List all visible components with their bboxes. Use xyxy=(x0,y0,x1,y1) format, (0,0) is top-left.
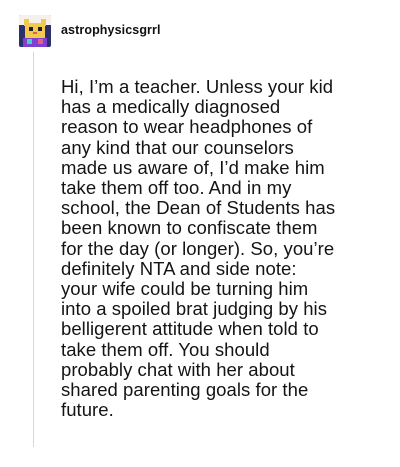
pixel-cat-avatar-icon xyxy=(19,15,51,47)
post-card: astrophysicsgrrl Hi, I’m a teacher. Unle… xyxy=(0,0,400,467)
post-body-line: take them off too. And in my xyxy=(61,177,292,199)
username[interactable]: astrophysicsgrrl xyxy=(61,23,161,37)
post-body-line: into a spoiled brat judging by his xyxy=(61,298,328,320)
post-body-line: your wife could be turning him xyxy=(61,278,309,300)
post-body-line: any kind that our counselors xyxy=(61,136,294,158)
avatar[interactable] xyxy=(19,15,51,47)
post-body-line: definitely NTA and side note: xyxy=(61,257,297,279)
post-body-line: take them off. You should xyxy=(61,338,270,360)
post-body-line: for the day (or longer). So, you’re xyxy=(61,237,335,259)
post-body-line: future. xyxy=(61,399,114,421)
post-body-line: school, the Dean of Students has xyxy=(61,197,336,219)
post-body-line: been known to confiscate them xyxy=(61,217,318,239)
post-body-line: Hi, I’m a teacher. Unless your kid xyxy=(61,76,334,97)
thread-line xyxy=(33,52,34,447)
post-body-line: has a medically diagnosed xyxy=(61,96,281,118)
post-body-line: belligerent attitude when told to xyxy=(61,318,319,340)
post-body: Hi, I’m a teacher. Unless your kid has a… xyxy=(61,76,383,421)
post-body-line: shared parenting goals for the xyxy=(61,379,309,401)
post-body-line: probably chat with her about xyxy=(61,358,295,380)
post-body-line: reason to wear headphones of xyxy=(61,116,313,138)
post-body-line: made us aware of, I’d make him xyxy=(61,156,325,178)
